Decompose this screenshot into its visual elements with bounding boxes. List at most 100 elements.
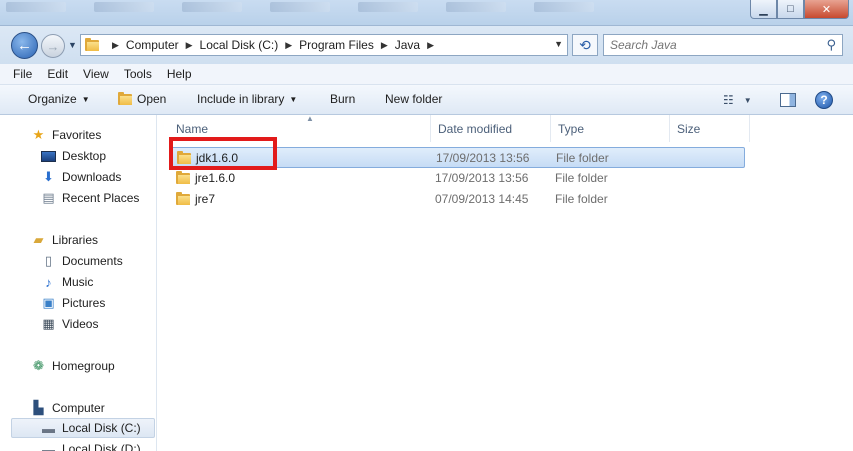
open-label: Open xyxy=(137,92,167,106)
file-date: 07/09/2013 14:45 xyxy=(435,192,529,206)
new-folder-button[interactable]: New folder xyxy=(385,92,442,106)
organize-label: Organize xyxy=(28,92,77,106)
file-date: 17/09/2013 13:56 xyxy=(436,151,530,165)
menu-file[interactable]: File xyxy=(13,67,32,81)
background-tab xyxy=(94,2,154,12)
nav-label: Libraries xyxy=(52,233,99,247)
nav-videos[interactable]: ▦ Videos xyxy=(40,314,98,334)
help-icon[interactable]: ? xyxy=(815,91,833,109)
nav-label: Music xyxy=(62,275,94,289)
forward-arrow-icon: → xyxy=(46,38,60,54)
table-row[interactable]: jre7 07/09/2013 14:45 File folder xyxy=(169,189,745,210)
background-tab xyxy=(270,2,330,12)
nav-label: Local Disk (C:) xyxy=(62,421,141,435)
nav-desktop[interactable]: Desktop xyxy=(40,146,106,166)
nav-local-disk-c[interactable]: ▬ Local Disk (C:) xyxy=(11,418,155,438)
navigation-pane: ★ Favorites Desktop ⬇ Downloads ▤ Recent… xyxy=(0,115,157,451)
music-note-icon: ♪ xyxy=(45,274,52,290)
address-bar[interactable]: ▶ Computer ▶ Local Disk (C:) ▶ Program F… xyxy=(80,34,568,56)
organize-button[interactable]: Organize ▼ xyxy=(28,92,90,106)
search-box[interactable]: ⚲ xyxy=(603,34,843,56)
background-taskbar-tabs xyxy=(0,2,594,16)
table-row[interactable]: jre1.6.0 17/09/2013 13:56 File folder xyxy=(169,168,745,189)
menu-help[interactable]: Help xyxy=(167,67,192,81)
nav-computer[interactable]: ▙ Computer xyxy=(30,398,105,418)
column-label: Name xyxy=(176,121,209,136)
window-controls: ▁ □ ✕ xyxy=(750,0,849,19)
nav-homegroup[interactable]: ❁ Homegroup xyxy=(30,356,115,376)
background-tab xyxy=(6,2,66,12)
menu-tools[interactable]: Tools xyxy=(124,67,152,81)
title-bar: ▁ □ ✕ xyxy=(0,0,853,26)
search-icon[interactable]: ⚲ xyxy=(826,37,836,53)
column-header-type[interactable]: Type xyxy=(551,115,670,142)
breadcrumb-separator-icon[interactable]: ▶ xyxy=(381,40,388,51)
search-input[interactable] xyxy=(610,38,810,52)
chevron-down-icon: ▼ xyxy=(743,95,752,105)
minimize-button[interactable]: ▁ xyxy=(750,0,777,19)
include-in-library-label: Include in library xyxy=(197,92,285,106)
back-button[interactable]: ← xyxy=(11,32,38,59)
nav-libraries[interactable]: ▰ Libraries xyxy=(30,230,99,250)
menu-bar: File Edit View Tools Help xyxy=(0,64,853,85)
forward-button[interactable]: → xyxy=(41,34,65,58)
breadcrumb-java[interactable]: Java xyxy=(395,38,420,52)
new-folder-label: New folder xyxy=(385,92,443,106)
folder-icon xyxy=(85,38,99,52)
nav-recent-places[interactable]: ▤ Recent Places xyxy=(40,188,139,208)
preview-pane-icon[interactable] xyxy=(780,93,796,107)
breadcrumb-separator-icon[interactable]: ▶ xyxy=(186,40,193,51)
videos-icon: ▦ xyxy=(42,316,55,331)
maximize-icon: □ xyxy=(787,3,794,15)
recent-pages-dropdown[interactable]: ▼ xyxy=(68,40,77,50)
close-button[interactable]: ✕ xyxy=(804,0,849,19)
column-label: Size xyxy=(677,121,701,136)
open-button[interactable]: Open xyxy=(118,92,166,106)
drive-icon: ▬ xyxy=(42,441,55,451)
background-tab xyxy=(534,2,594,12)
nav-label: Computer xyxy=(52,401,105,415)
nav-label: Favorites xyxy=(52,128,102,142)
menu-view[interactable]: View xyxy=(83,67,109,81)
column-header-date-modified[interactable]: Date modified xyxy=(431,115,551,142)
column-label: Date modified xyxy=(438,121,513,136)
breadcrumb-separator-icon[interactable]: ▶ xyxy=(427,40,434,51)
minimize-icon: ▁ xyxy=(759,3,768,16)
nav-label: Pictures xyxy=(62,296,106,310)
nav-label: Recent Places xyxy=(62,191,140,205)
command-bar: Organize ▼ Open Include in library ▼ Burn … xyxy=(0,85,853,115)
column-header-size[interactable]: Size xyxy=(670,115,750,142)
desktop-icon xyxy=(40,149,57,164)
menu-edit[interactable]: Edit xyxy=(47,67,68,81)
open-folder-icon xyxy=(118,92,132,106)
burn-button[interactable]: Burn xyxy=(330,92,355,106)
breadcrumb-separator-icon[interactable]: ▶ xyxy=(285,40,292,51)
maximize-button[interactable]: □ xyxy=(777,0,804,19)
details-view-icon: ☷ xyxy=(723,93,734,107)
nav-music[interactable]: ♪ Music xyxy=(40,272,93,292)
nav-pictures[interactable]: ▣ Pictures xyxy=(40,293,105,313)
downloads-icon: ⬇ xyxy=(43,169,54,184)
breadcrumb-local-disk[interactable]: Local Disk (C:) xyxy=(200,38,279,52)
nav-label: Videos xyxy=(62,317,99,331)
star-icon: ★ xyxy=(32,127,45,142)
nav-downloads[interactable]: ⬇ Downloads xyxy=(40,167,121,187)
breadcrumb-program-files[interactable]: Program Files xyxy=(299,38,374,52)
breadcrumb-separator-icon[interactable]: ▶ xyxy=(112,40,119,51)
background-tab xyxy=(446,2,506,12)
breadcrumb-computer[interactable]: Computer xyxy=(126,38,179,52)
include-in-library-button[interactable]: Include in library ▼ xyxy=(197,92,297,106)
change-view-button[interactable]: ☷ ▼ xyxy=(723,93,752,107)
recent-places-icon: ▤ xyxy=(42,190,55,205)
homegroup-icon: ❁ xyxy=(33,358,44,373)
nav-favorites[interactable]: ★ Favorites xyxy=(30,125,102,145)
refresh-button[interactable]: ⟲ xyxy=(572,34,598,56)
nav-local-disk-d[interactable]: ▬ Local Disk (D:) xyxy=(40,439,141,451)
chevron-down-icon: ▼ xyxy=(554,39,563,49)
computer-icon: ▙ xyxy=(33,400,44,415)
address-history-dropdown[interactable]: ▼ xyxy=(554,39,563,49)
folder-icon xyxy=(176,192,190,206)
folder-icon xyxy=(176,171,190,185)
background-tab xyxy=(182,2,242,12)
nav-documents[interactable]: ▯ Documents xyxy=(40,251,123,271)
